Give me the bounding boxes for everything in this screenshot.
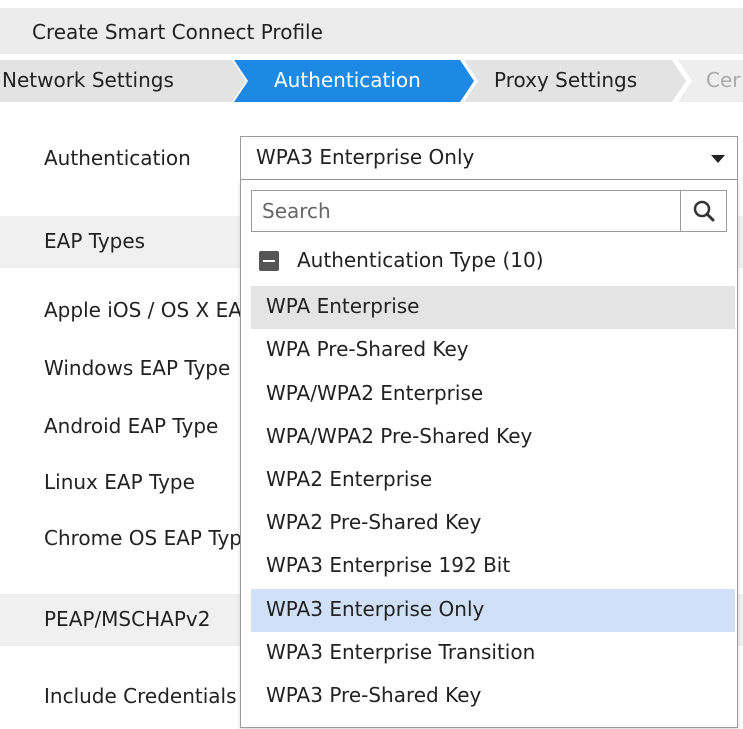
option-wpa3-enterprise-transition[interactable]: WPA3 Enterprise Transition bbox=[251, 632, 735, 675]
include-credentials-label: Include Credentials bbox=[44, 684, 237, 708]
wizard-step-network-settings[interactable]: Network Settings bbox=[0, 60, 246, 102]
option-label: WPA3 Enterprise 192 Bit bbox=[266, 553, 511, 577]
option-wpa2-enterprise[interactable]: WPA2 Enterprise bbox=[251, 459, 735, 502]
wizard-step-label: Proxy Settings bbox=[494, 68, 638, 92]
caret-down-icon bbox=[711, 155, 725, 163]
wizard-step-authentication[interactable]: Authentication bbox=[234, 60, 474, 102]
wizard-step-label: Network Settings bbox=[2, 68, 174, 92]
dialog-title-bar: Create Smart Connect Profile bbox=[0, 8, 743, 54]
form-content: Authentication EAP Types Apple iOS / OS … bbox=[0, 102, 743, 729]
authentication-dropdown: Authentication Type (10) WPA Enterprise … bbox=[240, 180, 738, 728]
option-label: WPA3 Pre-Shared Key bbox=[266, 683, 482, 707]
search-button[interactable] bbox=[680, 191, 726, 231]
collapse-icon[interactable] bbox=[259, 251, 279, 271]
group-label: Authentication Type (10) bbox=[297, 248, 544, 272]
option-wpa3-enterprise-192[interactable]: WPA3 Enterprise 192 Bit bbox=[251, 545, 735, 588]
option-wpa-enterprise[interactable]: WPA Enterprise bbox=[251, 286, 735, 329]
wizard-step-proxy-settings[interactable]: Proxy Settings bbox=[464, 60, 688, 102]
option-label: WPA/WPA2 Enterprise bbox=[266, 381, 484, 405]
peap-header: PEAP/MSCHAPv2 bbox=[44, 607, 211, 631]
search-input[interactable] bbox=[252, 191, 680, 231]
wizard-step-label: Cer bbox=[706, 68, 741, 92]
group-count: (10) bbox=[502, 248, 544, 272]
android-eap-type-label: Android EAP Type bbox=[44, 414, 219, 438]
dialog-title: Create Smart Connect Profile bbox=[32, 20, 323, 44]
option-wpa-wpa2-enterprise[interactable]: WPA/WPA2 Enterprise bbox=[251, 373, 735, 416]
option-wpa3-psk[interactable]: WPA3 Pre-Shared Key bbox=[251, 675, 735, 718]
authentication-label: Authentication bbox=[44, 146, 191, 170]
option-label: WPA Pre-Shared Key bbox=[266, 337, 469, 361]
option-label: WPA3 Enterprise Transition bbox=[266, 640, 536, 664]
option-wpa-psk[interactable]: WPA Pre-Shared Key bbox=[251, 329, 735, 372]
linux-eap-type-label: Linux EAP Type bbox=[44, 470, 195, 494]
authentication-select-value: WPA3 Enterprise Only bbox=[256, 145, 475, 169]
wizard-steps: Network Settings Authentication Proxy Se… bbox=[0, 60, 743, 102]
wizard-step-certificate[interactable]: Cer bbox=[678, 60, 743, 102]
option-label: WPA3 Enterprise Only bbox=[266, 597, 485, 621]
option-wpa2-psk[interactable]: WPA2 Pre-Shared Key bbox=[251, 502, 735, 545]
option-label: WPA2 Pre-Shared Key bbox=[266, 510, 482, 534]
chrome-eap-type-label: Chrome OS EAP Type bbox=[44, 526, 240, 550]
search-box bbox=[251, 190, 727, 232]
option-label: WPA2 Enterprise bbox=[266, 467, 433, 491]
option-wpa3-enterprise-only[interactable]: WPA3 Enterprise Only bbox=[251, 589, 735, 632]
windows-eap-type-label: Windows EAP Type bbox=[44, 356, 231, 380]
authentication-select[interactable]: WPA3 Enterprise Only bbox=[240, 136, 738, 180]
option-label: WPA Enterprise bbox=[266, 294, 420, 318]
option-wpa-wpa2-psk[interactable]: WPA/WPA2 Pre-Shared Key bbox=[251, 416, 735, 459]
apple-eap-type-label: Apple iOS / OS X EAP Type bbox=[44, 298, 240, 322]
eap-types-header: EAP Types bbox=[44, 229, 146, 253]
search-icon bbox=[693, 200, 715, 222]
wizard-step-label: Authentication bbox=[274, 68, 421, 92]
option-label: WPA/WPA2 Pre-Shared Key bbox=[266, 424, 533, 448]
